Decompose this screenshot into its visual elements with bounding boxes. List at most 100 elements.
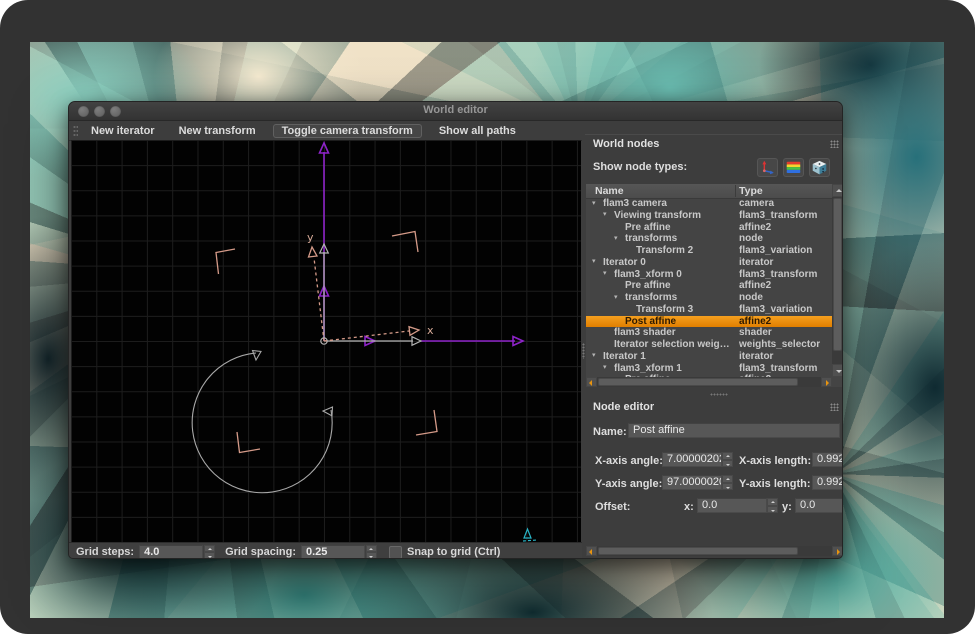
corner-handle-top-left[interactable] — [216, 249, 235, 274]
tree-row[interactable]: Transform 2flam3_variation — [586, 245, 832, 257]
post-affine-y-arrow[interactable] — [309, 247, 318, 257]
horizontal-scroll-thumb[interactable] — [598, 547, 798, 555]
offset-x-input[interactable]: 0.0 — [697, 498, 767, 513]
table-body[interactable]: ▾flam3 cameracamera▾Viewing transformfla… — [586, 198, 832, 377]
tree-row[interactable]: ▾transformsnode — [586, 292, 832, 304]
node-editor-scrollbar[interactable] — [586, 546, 843, 556]
scroll-right-button[interactable] — [821, 377, 832, 387]
world-nodes-table[interactable]: Name Type ▾flam3 cameracamera▾Viewing tr… — [586, 184, 843, 387]
scroll-down-button[interactable] — [832, 364, 843, 377]
node-type: flam3_transform — [739, 210, 817, 221]
x-axis-length-input[interactable]: 0.99255 — [812, 452, 843, 467]
post-affine-x-axis-line[interactable] — [324, 331, 409, 341]
snap-to-grid-checkbox[interactable] — [389, 546, 402, 559]
grid-steps-label: Grid steps: — [76, 546, 134, 558]
column-divider[interactable] — [735, 185, 736, 197]
tree-row[interactable]: flam3 shadershader — [586, 327, 832, 339]
name-input[interactable]: Post affine — [628, 423, 840, 438]
horizontal-scroll-thumb[interactable] — [598, 378, 798, 386]
world-editor-window[interactable]: World editor New iterator New transform … — [68, 101, 843, 559]
cyan-transform-marker-line[interactable] — [523, 540, 537, 541]
title-bar[interactable]: World editor — [69, 102, 842, 121]
scroll-left-button[interactable] — [586, 546, 597, 556]
offset-y-input[interactable]: 0.0 — [795, 498, 843, 513]
node-type: node — [739, 233, 763, 244]
scroll-up-button[interactable] — [832, 184, 843, 197]
offset-x-spinner[interactable] — [767, 498, 778, 513]
tree-vertical-scrollbar[interactable] — [832, 184, 843, 377]
tree-row[interactable]: Transform 3flam3_variation — [586, 304, 832, 316]
world-nodes-title: World nodes — [593, 138, 659, 150]
rotation-arc[interactable] — [192, 353, 332, 493]
x-axis-angle-spinner[interactable] — [722, 452, 733, 467]
node-type: iterator — [739, 257, 773, 268]
node-name: flam3_xform 0 — [586, 269, 682, 280]
show-node-types-label: Show node types: — [593, 161, 687, 173]
name-column-header[interactable]: Name — [595, 185, 624, 197]
palette-icon[interactable] — [783, 158, 804, 177]
tree-row[interactable]: ▾flam3 cameracamera — [586, 198, 832, 210]
post-affine-x-arrow[interactable] — [409, 327, 419, 336]
vertical-scroll-thumb[interactable] — [833, 198, 842, 351]
transform-axes-icon[interactable] — [757, 158, 778, 177]
grid-steps-input[interactable]: 4.0 — [139, 545, 203, 560]
scroll-left-button[interactable] — [586, 377, 597, 387]
node-name: Iterator 1 — [586, 351, 646, 362]
grid-status-bar: Grid steps: 4.0 Grid spacing: 0.25 Snap … — [69, 542, 582, 559]
tree-row[interactable]: ▾Viewing transformflam3_transform — [586, 210, 832, 222]
x-axis-angle-label: X-axis angle: — [595, 455, 663, 467]
tree-row[interactable]: ▾Iterator 1iterator — [586, 351, 832, 363]
tree-row[interactable]: ▾flam3_xform 1flam3_transform — [586, 363, 832, 375]
cyan-transform-marker[interactable] — [524, 529, 531, 538]
node-name: Transform 3 — [586, 304, 693, 315]
scroll-right-button[interactable] — [832, 546, 843, 556]
y-axis-angle-input[interactable]: 97.0000020 — [662, 475, 722, 490]
node-type: affine2 — [739, 222, 771, 233]
new-iterator-button[interactable]: New iterator — [82, 124, 164, 138]
node-type: weights_selector — [739, 339, 820, 350]
node-type: shader — [739, 327, 772, 338]
tree-horizontal-scrollbar[interactable] — [586, 377, 832, 387]
rotation-arc-arrow-left[interactable] — [253, 351, 262, 361]
toolbar-grip-icon[interactable] — [73, 125, 78, 137]
dice-icon[interactable] — [809, 158, 830, 177]
toggle-camera-transform-button[interactable]: Toggle camera transform — [273, 124, 422, 138]
camera-y-axis-arrow[interactable] — [320, 143, 329, 153]
table-header[interactable]: Name Type — [586, 184, 843, 199]
tree-row[interactable]: Post affineaffine2 — [586, 316, 832, 328]
node-editor-title: Node editor — [593, 401, 654, 413]
node-editor-undock-icon[interactable] — [830, 403, 839, 411]
y-axis-length-input[interactable]: 0.99255 — [812, 475, 843, 490]
tree-row[interactable]: Pre affine affine2 — [586, 222, 832, 234]
post-affine-y-axis-line[interactable] — [314, 258, 324, 341]
tree-row[interactable]: Iterator selection weig…weights_selector — [586, 339, 832, 351]
x-axis-angle-input[interactable]: 7.00000202 — [662, 452, 722, 467]
new-transform-button[interactable]: New transform — [170, 124, 265, 138]
corner-handle-bottom-left[interactable] — [237, 432, 260, 453]
world-nodes-undock-icon[interactable] — [830, 140, 839, 148]
name-label: Name: — [593, 426, 627, 438]
type-column-header[interactable]: Type — [739, 185, 763, 197]
tree-row[interactable]: ▾flam3_xform 0flam3_transform — [586, 269, 832, 281]
tree-row[interactable]: Pre affineaffine2 — [586, 280, 832, 292]
right-panel: World nodes Show node types: — [585, 134, 843, 559]
tree-row[interactable]: ▾transformsnode — [586, 233, 832, 245]
node-name: Pre affine — [586, 280, 671, 291]
panel-splitter-handle-icon[interactable] — [710, 393, 728, 396]
grid-steps-spinner[interactable] — [204, 545, 215, 560]
node-type: node — [739, 292, 763, 303]
y-axis-angle-spinner[interactable] — [722, 475, 733, 490]
corner-handle-top-right[interactable] — [392, 232, 418, 253]
grid-spacing-input[interactable]: 0.25 — [301, 545, 365, 560]
grid-spacing-spinner[interactable] — [366, 545, 377, 560]
node-name: Pre affine — [586, 222, 671, 233]
node-name: flam3 camera — [586, 198, 667, 209]
corner-handle-bottom-right[interactable] — [416, 410, 437, 435]
node-name: Iterator 0 — [586, 257, 646, 268]
show-all-paths-button[interactable]: Show all paths — [430, 124, 525, 138]
tree-row[interactable]: ▾Iterator 0iterator — [586, 257, 832, 269]
x-axis-label: x — [427, 324, 434, 337]
x-axis-length-label: X-axis length: — [739, 455, 811, 467]
world-canvas[interactable]: y x — [71, 140, 581, 542]
pre-affine-x-arrow[interactable] — [412, 337, 421, 346]
